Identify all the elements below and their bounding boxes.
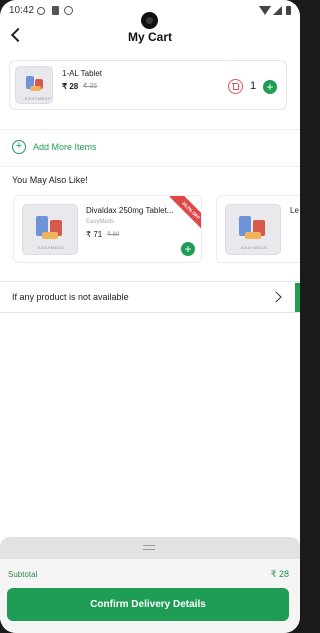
divider <box>0 312 300 313</box>
quantity-value: 1 <box>250 80 257 92</box>
suggestion-price: ₹ 71 <box>86 230 103 239</box>
discount-badge: 20.2% OFF <box>169 196 201 233</box>
status-time: 10:42 <box>9 5 35 16</box>
suggestion-brand: EasyMeds <box>86 219 115 225</box>
thumbnail-caption: EASYMEDS <box>241 245 268 250</box>
confirm-delivery-button[interactable]: Confirm Delivery Details <box>7 588 289 621</box>
add-to-cart-button[interactable]: + <box>181 242 195 256</box>
chevron-right-icon <box>270 291 282 303</box>
subtotal-value: ₹ 28 <box>270 569 289 579</box>
suggestion-name: Le <box>290 206 299 215</box>
signal-icon <box>273 6 282 15</box>
suggestion-card[interactable]: EASYMEDS Le <box>216 195 300 263</box>
suggestion-card[interactable]: EASYMEDS Divaldax 250mg Tablet... EasyMe… <box>13 195 202 263</box>
sim-status-icon <box>52 6 59 15</box>
battery-icon <box>286 6 291 15</box>
unavailable-option-row[interactable]: If any product is not available <box>0 282 300 312</box>
add-more-items-button[interactable]: + Add More Items <box>12 140 132 156</box>
suggestion-mrp: ₹ 89 <box>107 232 120 238</box>
suggestion-name: Divaldax 250mg Tablet... <box>86 206 174 215</box>
cart-item-card: EASYMEDS 1-AL Tablet ₹ 28 ₹ 35 1 + <box>9 60 287 110</box>
add-circle-icon: + <box>12 140 26 154</box>
delete-icon[interactable] <box>228 79 243 94</box>
product-image: EASYMEDS <box>15 66 53 104</box>
subtotal-label: Subtotal <box>8 570 38 579</box>
app-header: My Cart <box>0 22 300 52</box>
drag-handle-icon[interactable] <box>143 545 155 550</box>
wifi-icon <box>259 6 271 15</box>
divider <box>0 129 300 130</box>
status-bar: 10:42 <box>0 0 300 29</box>
page-title: My Cart <box>127 30 172 44</box>
increase-quantity-button[interactable]: + <box>263 80 277 94</box>
sheet-drag-bar[interactable] <box>0 537 300 559</box>
product-mrp: ₹ 35 <box>83 83 98 90</box>
thumbnail-caption: EASYMEDS <box>25 96 52 101</box>
divider <box>0 166 300 167</box>
sync-status-icon <box>64 6 73 15</box>
product-price: ₹ 28 <box>62 82 79 91</box>
side-accent <box>295 283 300 313</box>
add-more-items-label: Add More Items <box>33 142 97 152</box>
checkout-sheet: Subtotal ₹ 28 Confirm Delivery Details <box>0 537 300 633</box>
checkout-summary: Subtotal ₹ 28 Confirm Delivery Details <box>0 559 300 633</box>
product-image: EASYMEDS <box>22 204 78 255</box>
product-name: 1-AL Tablet <box>62 69 103 78</box>
phone-screen: 10:42 My Cart EASYMEDS 1-AL Tablet ₹ 28 … <box>0 0 300 633</box>
thumbnail-caption: EASYMEDS <box>38 245 65 250</box>
product-image: EASYMEDS <box>225 204 281 255</box>
suggestions-heading: You May Also Like! <box>12 175 88 185</box>
unavailable-option-label: If any product is not available <box>12 292 129 302</box>
settings-status-icon <box>37 7 45 15</box>
